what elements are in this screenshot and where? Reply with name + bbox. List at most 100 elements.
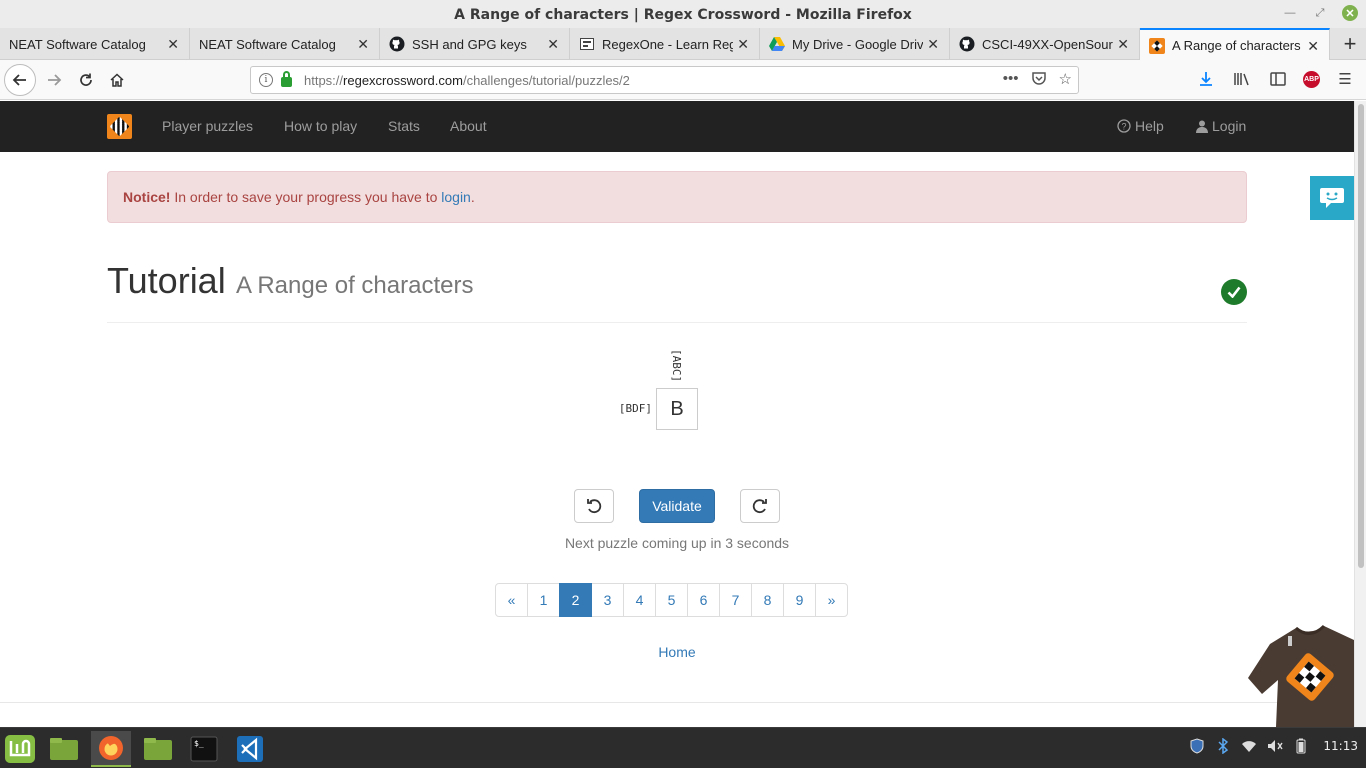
system-tray: 11:13 — [1189, 738, 1358, 754]
taskbar-clock[interactable]: 11:13 — [1323, 739, 1358, 753]
close-tab-icon[interactable]: ✕ — [737, 36, 749, 53]
page-5[interactable]: 5 — [655, 583, 688, 617]
close-tab-icon[interactable]: ✕ — [927, 36, 939, 53]
page-8[interactable]: 8 — [751, 583, 784, 617]
page-prev[interactable]: « — [495, 583, 528, 617]
new-tab-button[interactable]: + — [1334, 28, 1366, 60]
page-1[interactable]: 1 — [527, 583, 560, 617]
close-tab-icon[interactable]: ✕ — [1117, 36, 1129, 53]
tab-label: My Drive - Google Drive — [792, 36, 923, 52]
url-bar[interactable]: i https://regexcrossword.com/challenges/… — [250, 66, 1079, 94]
os-taskbar: $_ 11:13 — [0, 727, 1366, 768]
tab-label: SSH and GPG keys — [412, 36, 527, 52]
close-window-icon[interactable]: ✕ — [1342, 5, 1358, 21]
page-title: Tutorial — [107, 260, 226, 301]
window-controls: — ⤢ ✕ — [1282, 5, 1358, 21]
home-link[interactable]: Home — [0, 644, 1354, 660]
notice-end: . — [470, 189, 475, 205]
maximize-icon[interactable]: ⤢ — [1312, 5, 1328, 21]
arrow-left-icon — [12, 74, 26, 86]
tab-neat-2[interactable]: NEAT Software Catalog ✕ — [190, 28, 380, 60]
chat-bubble-icon — [1320, 188, 1344, 208]
page-actions-icon[interactable]: ••• — [1003, 70, 1019, 90]
nav-help[interactable]: ? Help — [1117, 118, 1164, 134]
login-notice: Notice! In order to save your progress y… — [107, 171, 1247, 223]
window-title: A Range of characters | Regex Crossword … — [454, 7, 912, 23]
site-logo[interactable] — [107, 114, 132, 139]
battery-icon[interactable] — [1293, 738, 1309, 754]
home-button[interactable] — [103, 67, 131, 93]
google-drive-icon — [769, 36, 785, 52]
browser-toolbar: i https://regexcrossword.com/challenges/… — [0, 60, 1366, 100]
minimize-icon[interactable]: — — [1282, 5, 1298, 21]
firefox-taskbar-icon[interactable] — [91, 731, 131, 767]
nav-login[interactable]: Login — [1196, 118, 1246, 134]
page-3[interactable]: 3 — [591, 583, 624, 617]
github-icon — [389, 36, 405, 52]
tab-google-drive[interactable]: My Drive - Google Drive ✕ — [760, 28, 950, 60]
bluetooth-icon[interactable] — [1215, 738, 1231, 754]
tab-csci-opensource[interactable]: CSCI-49XX-OpenSource ✕ — [950, 28, 1140, 60]
back-button[interactable] — [4, 64, 36, 96]
tab-regexone[interactable]: RegexOne - Learn Regu ✕ — [570, 28, 760, 60]
pocket-icon[interactable] — [1031, 70, 1047, 90]
feedback-widget[interactable] — [1310, 176, 1354, 220]
column-clue: [ABC] — [670, 349, 683, 383]
forward-button[interactable] — [40, 67, 68, 93]
hamburger-menu-icon[interactable]: ☰ — [1334, 68, 1356, 90]
download-icon[interactable] — [1195, 68, 1217, 90]
vscode-icon[interactable] — [230, 731, 270, 767]
mint-menu-icon[interactable] — [0, 731, 40, 767]
nav-player-puzzles[interactable]: Player puzzles — [162, 118, 253, 134]
close-tab-icon[interactable]: ✕ — [547, 36, 559, 53]
page-2[interactable]: 2 — [559, 583, 592, 617]
nav-how-to-play[interactable]: How to play — [284, 118, 357, 134]
tab-strip: NEAT Software Catalog ✕ NEAT Software Ca… — [0, 28, 1366, 61]
site-info-icon[interactable]: i — [259, 73, 273, 87]
url-host: regexcrossword.com — [343, 72, 463, 88]
bookmark-star-icon[interactable]: ☆ — [1059, 70, 1072, 90]
close-tab-icon[interactable]: ✕ — [357, 36, 369, 53]
sidebar-icon[interactable] — [1267, 68, 1289, 90]
github-icon — [959, 36, 975, 52]
site-navbar: Player puzzles How to play Stats About ?… — [0, 101, 1354, 152]
terminal-icon[interactable]: $_ — [184, 731, 224, 767]
page-4[interactable]: 4 — [623, 583, 656, 617]
adblock-plus-icon[interactable]: ABP — [1303, 70, 1320, 88]
volume-icon[interactable] — [1267, 738, 1283, 754]
validate-button[interactable]: Validate — [639, 489, 715, 523]
reload-button[interactable] — [72, 67, 100, 93]
page-next[interactable]: » — [815, 583, 848, 617]
tab-ssh-keys[interactable]: SSH and GPG keys ✕ — [380, 28, 570, 60]
tab-label: CSCI-49XX-OpenSource — [982, 36, 1113, 52]
page-9[interactable]: 9 — [783, 583, 816, 617]
wifi-icon[interactable] — [1241, 738, 1257, 754]
nav-stats[interactable]: Stats — [388, 118, 420, 134]
redo-button[interactable] — [740, 489, 780, 523]
notice-login-link[interactable]: login — [441, 189, 471, 205]
shield-icon[interactable] — [1189, 738, 1205, 754]
toolbar-right: ABP ☰ — [1195, 68, 1366, 90]
tab-neat-1[interactable]: NEAT Software Catalog ✕ — [0, 28, 190, 60]
close-tab-icon[interactable]: ✕ — [1307, 38, 1319, 55]
file-manager-icon[interactable] — [138, 731, 178, 767]
page-6[interactable]: 6 — [687, 583, 720, 617]
tab-label: A Range of characters — [1172, 38, 1301, 53]
page-7[interactable]: 7 — [719, 583, 752, 617]
page-scrollbar[interactable] — [1354, 101, 1366, 727]
undo-button[interactable] — [574, 489, 614, 523]
reload-icon — [80, 73, 92, 86]
home-icon — [110, 73, 124, 87]
library-icon[interactable] — [1231, 68, 1253, 90]
scrollbar-thumb[interactable] — [1358, 104, 1364, 568]
puzzle-cell[interactable]: B — [656, 388, 698, 430]
close-tab-icon[interactable]: ✕ — [167, 36, 179, 53]
footer-divider — [0, 702, 1354, 703]
nav-about[interactable]: About — [450, 118, 487, 134]
show-desktop-icon[interactable] — [44, 731, 84, 767]
window-titlebar: A Range of characters | Regex Crossword … — [0, 0, 1366, 30]
tshirt-promo-image[interactable] — [1248, 622, 1354, 727]
page-header: Tutorial A Range of characters — [107, 260, 1247, 323]
tab-regexcrossword[interactable]: A Range of characters ✕ — [1140, 28, 1330, 61]
url-path: /challenges/tutorial/puzzles/2 — [462, 72, 630, 88]
